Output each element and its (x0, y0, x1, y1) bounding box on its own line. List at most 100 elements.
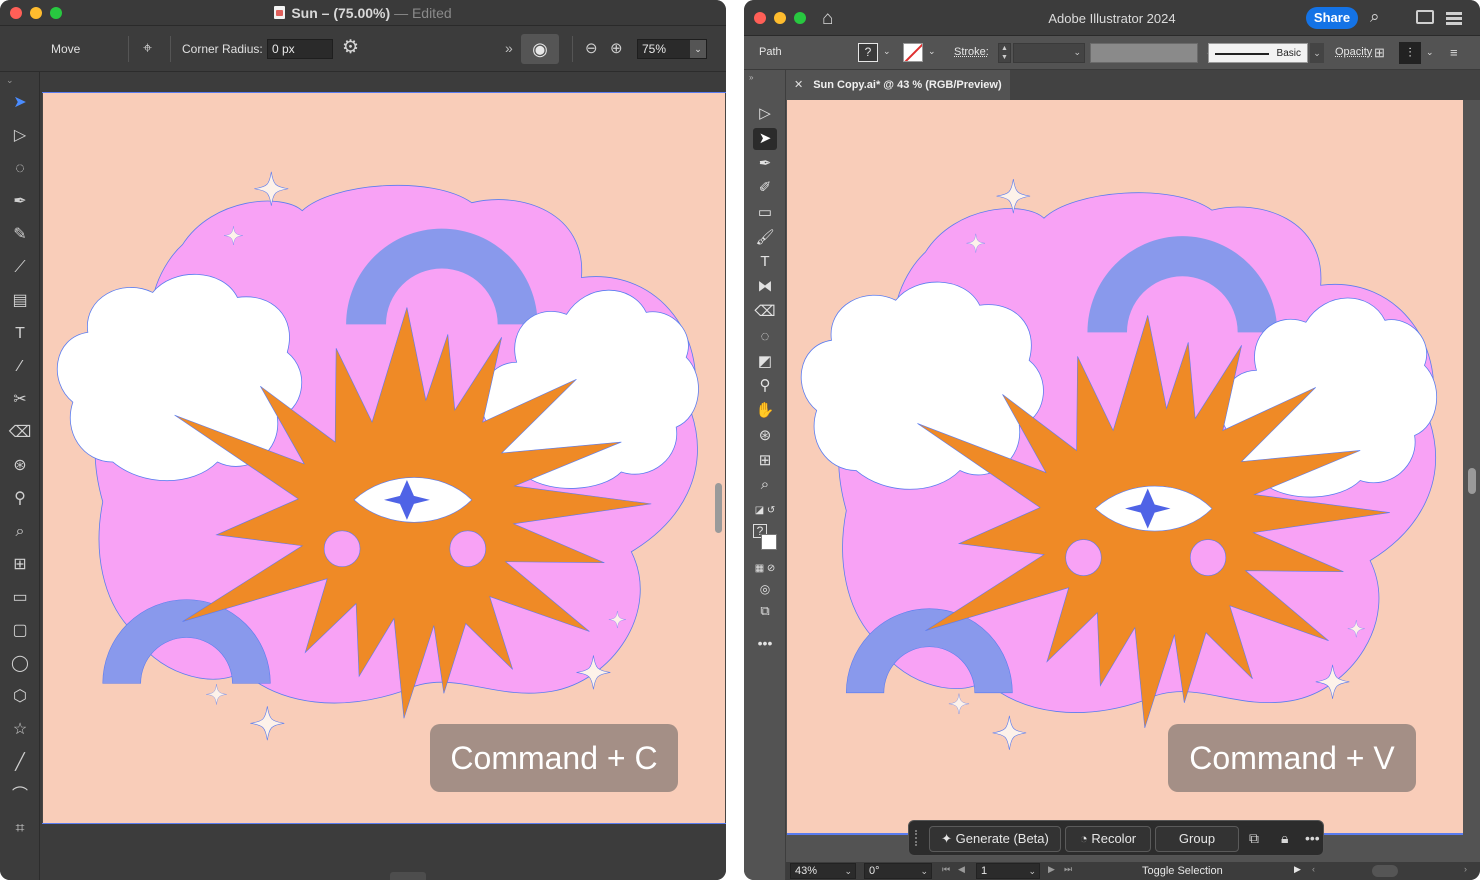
default-colors-icon[interactable]: ◪ ↺ (753, 500, 777, 522)
lock-icon[interactable]: 🔒︎ (1281, 830, 1288, 847)
next-artboard-icon[interactable]: ▶ (1048, 864, 1055, 875)
chevron-down-icon[interactable]: ⌄ (883, 46, 891, 57)
artboard-tool-icon[interactable]: ⊞ (753, 450, 777, 472)
left-canvas[interactable]: Command + C (41, 72, 726, 880)
rounded-rectangle-tool-icon[interactable]: ▢ (8, 620, 32, 642)
workspace-switcher-icon[interactable] (1446, 12, 1462, 25)
fill-swatch[interactable]: ? (858, 43, 878, 62)
align-icon[interactable]: ⫶ (1399, 42, 1421, 64)
more-chevron-icon[interactable]: » (505, 40, 513, 56)
move-label[interactable]: Move (51, 42, 80, 56)
scroll-right-icon[interactable]: › (1464, 864, 1467, 874)
zoom-in-icon[interactable]: ⊕ (610, 39, 623, 57)
arrange-documents-icon[interactable] (1416, 10, 1434, 24)
zoom-tool-icon[interactable]: ⌕ (753, 474, 777, 496)
move-tool-icon[interactable]: ➤ (8, 92, 32, 114)
pencil-tool-icon[interactable]: ✎ (8, 224, 32, 246)
shape-builder-icon[interactable]: ⊛ (753, 425, 777, 447)
eraser-tool-icon[interactable]: ⌫ (8, 422, 32, 444)
chevron-down-icon[interactable]: ⌄ (928, 46, 936, 57)
chevron-down-icon[interactable]: ⌄ (1028, 864, 1036, 878)
more-tools-icon[interactable]: ••• (753, 632, 777, 654)
vector-brush-tool-icon[interactable]: ⟋ (8, 257, 32, 279)
eraser-tool-icon[interactable]: ⌫ (753, 301, 777, 323)
stroke-weight-input[interactable]: ⌄ (1013, 43, 1085, 63)
rectangle-tool-icon[interactable]: ▭ (8, 587, 32, 609)
previous-artboard-icon[interactable]: ◀ (958, 864, 965, 875)
direct-select-tool-icon[interactable]: ▷ (8, 125, 32, 147)
color-mode-icons[interactable]: ▦ ⊘ (753, 558, 777, 580)
generate-button[interactable]: ✦ Generate (Beta) (929, 826, 1061, 852)
preview-eye-icon[interactable]: ◉ (521, 34, 559, 64)
document-tab[interactable]: ✕ Sun Copy.ai* @ 43 % (RGB/Preview) (786, 70, 1010, 100)
chevron-down-icon[interactable]: ⌄ (844, 864, 852, 878)
rotation-status-field[interactable]: 0° ⌄ (864, 863, 932, 879)
status-menu-arrow-icon[interactable]: ▶ (1294, 864, 1301, 875)
type-tool-icon[interactable]: T (753, 251, 777, 273)
lasso-tool-icon[interactable]: ◌ (753, 326, 777, 348)
chevron-down-icon[interactable]: ⌄ (1073, 47, 1081, 58)
stroke-swatch-none[interactable] (903, 43, 923, 62)
line-tool-icon[interactable]: ╱ (8, 752, 32, 774)
recolor-button[interactable]: ◔ Recolor (1065, 826, 1151, 852)
rectangle-tool-icon[interactable]: ▭ (753, 202, 777, 224)
screen-mode-icon[interactable]: ⧉ (753, 600, 777, 622)
shape-builder-icon[interactable]: ⊛ (8, 455, 32, 477)
recolor-grid-icon[interactable]: ⊞ (1374, 45, 1385, 61)
zoom-status-field[interactable]: 43% ⌄ (790, 863, 856, 879)
collapse-panel-icon[interactable]: » (749, 73, 753, 82)
artboard-number-field[interactable]: 1 ⌄ (976, 863, 1040, 879)
eyedropper-icon[interactable]: ⚲ (8, 488, 32, 510)
gear-icon[interactable]: ⚙ (342, 36, 359, 59)
fill-tool-icon[interactable]: ▤ (8, 290, 32, 312)
chevron-down-icon[interactable]: ⌄ (6, 75, 14, 86)
vertical-scrollbar[interactable] (1468, 468, 1476, 494)
arc-tool-icon[interactable]: ⌒ (8, 785, 32, 807)
curvature-tool-icon[interactable]: ✐ (753, 177, 777, 199)
selection-tool-icon[interactable]: ➤ (753, 128, 777, 150)
direct-select-tool-icon[interactable]: ▷ (753, 103, 777, 125)
stroke-weight-stepper[interactable]: ▲ ▼ (998, 43, 1011, 63)
puppet-warp-tool-icon[interactable]: ✋ (753, 400, 777, 422)
draw-mode-icon[interactable]: ◎ (753, 578, 777, 600)
sun-artwork[interactable] (42, 92, 726, 824)
more-options-icon[interactable]: ••• (1305, 830, 1320, 846)
last-artboard-icon[interactable]: ⏭ (1064, 864, 1072, 875)
scroll-left-icon[interactable]: ‹ (1312, 864, 1315, 874)
crop-tool-icon[interactable]: ⌗ (8, 818, 32, 840)
vertical-scrollbar[interactable] (715, 483, 722, 533)
close-tab-icon[interactable]: ✕ (794, 79, 803, 91)
pen-tool-icon[interactable]: ✒ (8, 191, 32, 213)
reflect-tool-icon[interactable]: ⧓ (753, 276, 777, 298)
eyedropper-icon[interactable]: ⚲ (753, 375, 777, 397)
text-tool-icon[interactable]: T (8, 323, 32, 345)
stroke-label[interactable]: Stroke: (954, 46, 989, 58)
paintbrush-tool-icon[interactable]: 🖌 (753, 227, 777, 249)
gradient-tool-icon[interactable]: ◩ (753, 351, 777, 373)
panel-menu-icon[interactable]: ≡ (1450, 45, 1458, 60)
share-button[interactable]: Share (1306, 7, 1358, 29)
scissors-icon[interactable]: ✂ (8, 389, 32, 411)
horizontal-scrollbar[interactable] (1372, 865, 1398, 877)
star-tool-icon[interactable]: ☆ (8, 719, 32, 741)
first-artboard-icon[interactable]: ⏮ (942, 864, 950, 875)
variable-width-profile[interactable]: ⌄ (1090, 43, 1213, 63)
knife-tool-icon[interactable]: ∕ (8, 356, 32, 378)
polygon-tool-icon[interactable]: ⬡ (8, 686, 32, 708)
opacity-label[interactable]: Opacity (1335, 46, 1372, 58)
lasso-tool-icon[interactable]: ◌ (8, 158, 32, 180)
ellipse-tool-icon[interactable]: ◯ (8, 653, 32, 675)
chevron-down-icon[interactable]: ⌄ (1310, 43, 1324, 63)
brush-definition[interactable]: Basic (1208, 43, 1308, 63)
zoom-out-icon[interactable]: ⊖ (585, 39, 598, 57)
resize-handle[interactable] (390, 872, 426, 880)
pen-tool-icon[interactable]: ✒ (753, 153, 777, 175)
zoom-tool-icon[interactable]: ⌕ (8, 521, 32, 543)
chevron-down-icon[interactable]: ⌄ (690, 40, 706, 58)
drag-handle[interactable] (915, 830, 919, 846)
right-canvas[interactable]: Command + V (786, 100, 1480, 862)
search-icon[interactable]: ⌕ (1370, 7, 1380, 27)
corner-radius-input[interactable]: 0 px (267, 39, 333, 59)
artboard-tool-icon[interactable]: ⊞ (8, 554, 32, 576)
group-button[interactable]: Group (1155, 826, 1239, 852)
